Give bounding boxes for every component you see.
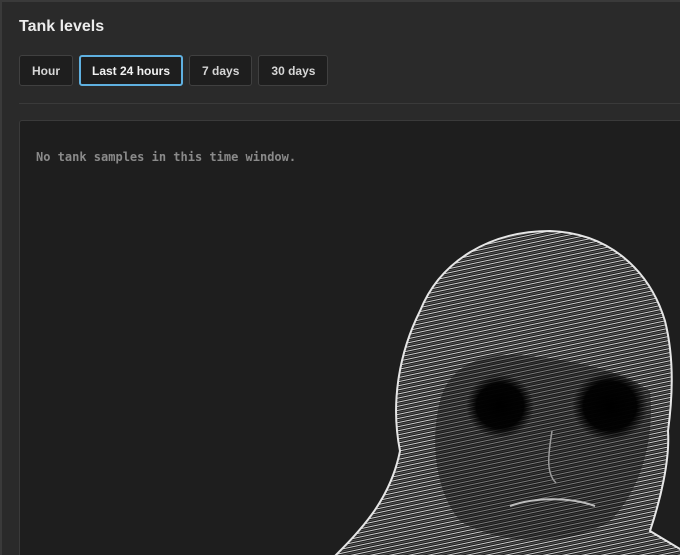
tank-levels-view: Tank levels Hour Last 24 hours 7 days 30… bbox=[0, 0, 680, 555]
empty-state-message: No tank samples in this time window. bbox=[36, 150, 297, 164]
range-last-24-hours-button[interactable]: Last 24 hours bbox=[79, 55, 184, 86]
range-30-days-button[interactable]: 30 days bbox=[258, 55, 329, 86]
page-title: Tank levels bbox=[19, 18, 105, 35]
chart-panel: No tank samples in this time window. bbox=[19, 120, 680, 555]
time-range-selector: Hour Last 24 hours 7 days 30 days bbox=[19, 55, 329, 86]
divider bbox=[19, 103, 680, 104]
range-hour-button[interactable]: Hour bbox=[19, 55, 73, 86]
sad-face-illustration bbox=[334, 229, 680, 555]
range-7-days-button[interactable]: 7 days bbox=[189, 55, 253, 86]
